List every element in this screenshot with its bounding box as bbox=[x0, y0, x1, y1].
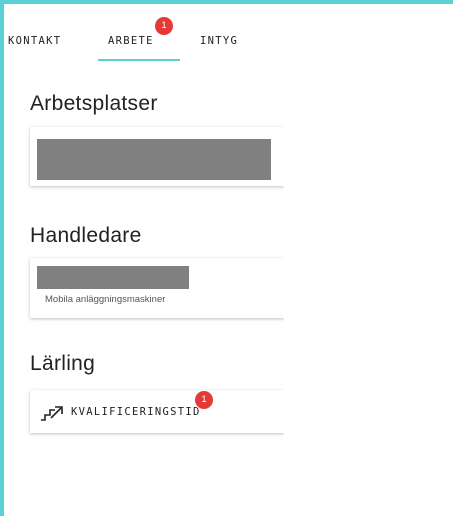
kvalificeringstid-label: KVALIFICERINGSTID bbox=[71, 406, 201, 418]
blank-area bbox=[284, 4, 453, 516]
frame-border-left bbox=[0, 0, 4, 516]
stairs-arrow-icon bbox=[41, 406, 63, 421]
arbetsplats-card[interactable] bbox=[30, 127, 284, 186]
kvalificeringstid-badge: 1 bbox=[195, 391, 213, 409]
redacted-workplace bbox=[37, 139, 271, 180]
tab-kontakt[interactable]: KONTAKT bbox=[8, 35, 61, 47]
tab-arbete-badge: 1 bbox=[155, 17, 173, 35]
arbetsplatser-heading: Arbetsplatser bbox=[30, 92, 158, 115]
app-frame: KONTAKT ARBETE 1 INTYG Arbetsplatser Han… bbox=[0, 0, 453, 516]
larling-heading: Lärling bbox=[30, 352, 96, 375]
tab-arbete[interactable]: ARBETE bbox=[108, 35, 154, 47]
handledare-card[interactable]: Mobila anläggningsmaskiner bbox=[30, 258, 284, 318]
redacted-supervisor-name bbox=[37, 266, 189, 289]
handledare-subtitle: Mobila anläggningsmaskiner bbox=[45, 294, 166, 305]
handledare-heading: Handledare bbox=[30, 224, 142, 247]
active-tab-indicator bbox=[98, 59, 180, 61]
tab-bar: KONTAKT ARBETE 1 INTYG bbox=[4, 4, 283, 64]
kvalificeringstid-card[interactable]: KVALIFICERINGSTID 1 bbox=[30, 390, 284, 433]
tab-intyg[interactable]: INTYG bbox=[200, 35, 238, 47]
